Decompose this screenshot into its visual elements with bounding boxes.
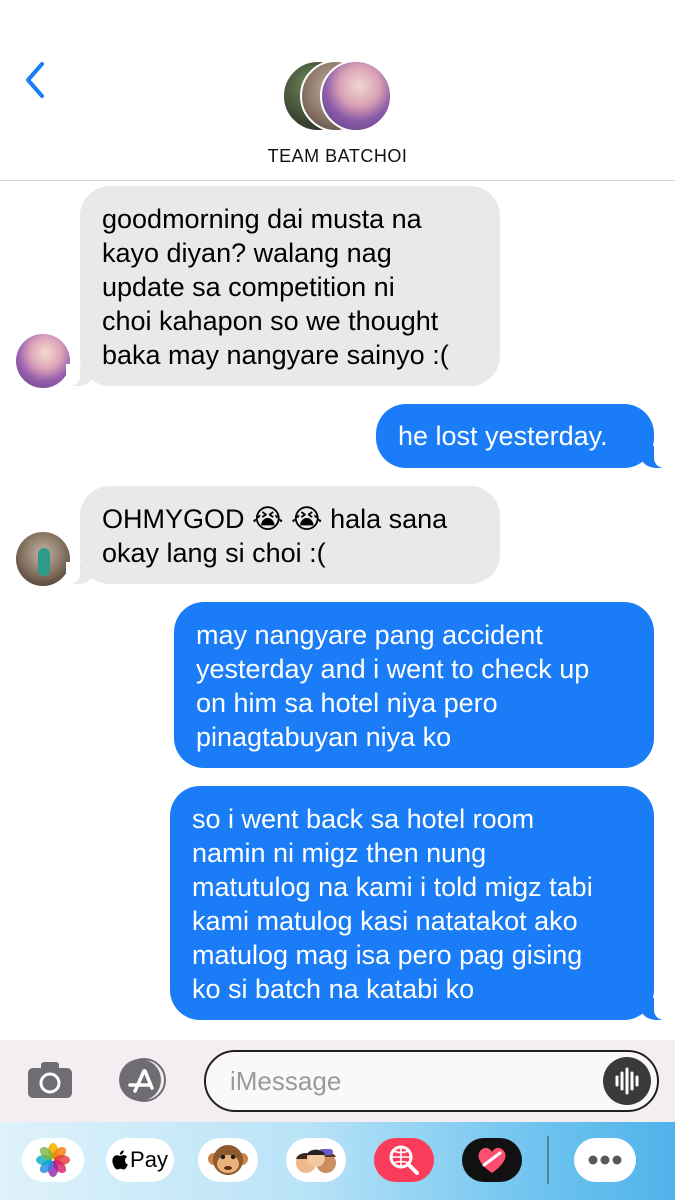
message-field[interactable] [204,1050,659,1112]
app-store-button[interactable] [114,1058,170,1102]
apple-pay-button[interactable]: Pay [106,1138,174,1182]
apple-logo-icon [112,1150,128,1170]
message-input[interactable] [230,1052,590,1110]
memoji-stickers-button[interactable] [286,1138,346,1182]
message-bubble-outgoing[interactable]: he lost yesterday. [376,404,668,468]
web-search-button[interactable] [374,1138,434,1182]
group-avatar[interactable] [282,60,394,132]
message-text: so i went back sa hotel room namin ni mi… [192,804,593,1004]
message-text: goodmorning dai musta na kayo diyan? wal… [102,204,449,370]
group-member-avatar [320,60,392,132]
photos-app-button[interactable] [22,1138,84,1182]
sender-avatar[interactable] [16,334,70,388]
web-search-icon [389,1145,419,1175]
digital-touch-button[interactable] [462,1138,522,1182]
message-text: OHMYGOD 😭 😭 hala sana okay lang si choi … [102,504,448,568]
message-bubble-incoming[interactable]: goodmorning dai musta na kayo diyan? wal… [66,186,500,386]
message-text: he lost yesterday. [398,421,608,451]
monkey-emoji-icon [208,1145,248,1175]
audio-message-button[interactable] [603,1057,651,1105]
camera-button[interactable] [26,1058,74,1102]
digital-touch-heart-icon [478,1147,506,1173]
memoji-icon [296,1149,336,1173]
sender-avatar[interactable] [16,532,70,586]
conversation-header: TEAM BATCHOI [0,0,675,181]
back-button[interactable] [22,58,52,102]
message-bubble-incoming[interactable]: OHMYGOD 😭 😭 hala sana okay lang si choi … [66,486,500,584]
app-drawer: Pay [0,1122,675,1200]
camera-icon [28,1062,72,1098]
audio-waveform-icon [615,1067,639,1095]
photos-icon [36,1143,70,1177]
app-store-icon [119,1058,166,1102]
chevron-left-icon [26,62,44,98]
drawer-divider [547,1136,549,1184]
more-apps-button[interactable] [574,1138,636,1182]
message-text: may nangyare pang accident yesterday and… [196,620,590,752]
pay-label: Pay [130,1147,168,1172]
compose-bar [0,1040,675,1122]
more-icon [588,1155,622,1165]
animoji-button[interactable] [198,1138,258,1182]
message-bubble-outgoing[interactable]: so i went back sa hotel room namin ni mi… [170,786,668,1020]
message-bubble-outgoing[interactable]: may nangyare pang accident yesterday and… [174,602,654,768]
conversation-title[interactable]: TEAM BATCHOI [0,146,675,167]
